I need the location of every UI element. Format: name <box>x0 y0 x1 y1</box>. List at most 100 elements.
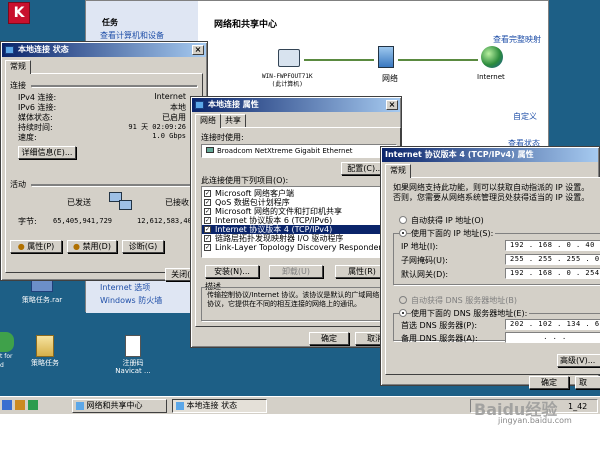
desktop-icon-keyfile[interactable]: 注册码 Navicat ... <box>108 335 158 375</box>
bytes-sent-value: 65,405,941,729 <box>53 217 113 225</box>
ip-label: IP 地址(I): <box>401 242 439 251</box>
desktop-app-icon[interactable]: K <box>8 2 30 24</box>
ip-address-field[interactable]: 192 . 168 . 0 . 40 <box>505 240 600 251</box>
connection-heading: 连接 <box>10 81 26 90</box>
components-list[interactable]: ✓ Microsoft 网络客户端 ✓ QoS 数据包计划程序 ✓ Microsoft… <box>201 186 397 258</box>
list-item[interactable]: ✓ QoS 数据包计划程序 <box>202 198 396 207</box>
subnet-mask-field[interactable]: 255 . 255 . 255 . 0 <box>505 254 600 265</box>
quick-launch-icon[interactable] <box>2 400 12 410</box>
bytes-label: 字节: <box>18 217 37 226</box>
alternate-dns-field[interactable]: . . . <box>505 332 600 343</box>
bytes-received-value: 12,612,583,401 <box>137 217 197 225</box>
checkbox-checked[interactable]: ✓ <box>204 199 211 206</box>
clock: 1_42 <box>568 402 588 411</box>
quick-launch-icon[interactable] <box>28 400 38 410</box>
ok-button[interactable]: 确定 <box>309 332 349 345</box>
ipv4-properties-dialog: Internet 协议版本 4 (TCP/IPv4) 属性 常规 如果网络支持此… <box>380 146 600 389</box>
view-devices-link[interactable]: 查看计算机和设备 <box>100 30 164 41</box>
auto-ip-label: 自动获得 IP 地址(O) <box>411 216 484 225</box>
item-label: Internet 协议版本 4 (TCP/IPv4) <box>215 225 333 234</box>
speed-value: 1.0 Gbps <box>152 132 186 140</box>
item-label: Link-Layer Topology Discovery Responder <box>215 243 382 252</box>
firewall-link[interactable]: Windows 防火墙 <box>100 295 162 306</box>
map-line-1 <box>304 59 374 61</box>
taskbar-item-status[interactable]: 本地连接 状态 <box>172 399 267 413</box>
item-label: QoS 数据包计划程序 <box>215 198 290 207</box>
tab-network[interactable]: 网络 <box>195 114 221 128</box>
preferred-dns-field[interactable]: 202 . 102 . 134 . 68 <box>505 319 600 330</box>
internet-label: Internet <box>477 73 505 81</box>
dns2-label: 备用 DNS 服务器(A): <box>401 334 478 343</box>
properties-label: 属性(P) <box>27 242 55 251</box>
list-item[interactable]: ✓ 链路层拓扑发现映射器 I/O 驱动程序 <box>202 234 396 243</box>
tab-general[interactable]: 常规 <box>5 60 31 74</box>
checkbox-checked[interactable]: ✓ <box>204 208 211 215</box>
list-item[interactable]: ✓ Microsoft 网络的文件和打印机共享 <box>202 207 396 216</box>
view-full-map-link[interactable]: 查看完整映射 <box>493 34 541 45</box>
sent-label: 已发送 <box>67 198 91 207</box>
ipv4-value: Internet <box>154 92 186 101</box>
status-title: 本地连接 状态 <box>18 45 69 54</box>
close-icon[interactable]: × <box>386 100 398 110</box>
list-item[interactable]: ✓ Link-Layer Topology Discovery Responder <box>202 243 396 252</box>
ipv4-ok-button[interactable]: 确定 <box>529 376 569 389</box>
adapter-name: Broadcom NetXtreme Gigabit Ethernet <box>217 147 353 155</box>
desktop-icon-folder[interactable]: 策略任务 <box>22 335 68 367</box>
map-line-2 <box>398 59 478 61</box>
checkbox-checked[interactable]: ✓ <box>204 226 211 233</box>
item-label: Microsoft 网络客户端 <box>215 189 294 198</box>
list-item[interactable]: ✓ Internet 协议版本 6 (TCP/IPv6) <box>202 216 396 225</box>
adapter-field: Broadcom NetXtreme Gigabit Ethernet <box>201 144 397 158</box>
disable-button[interactable]: ● 禁用(D) <box>67 240 117 253</box>
list-item-selected[interactable]: ✓ Internet 协议版本 4 (TCP/IPv4) <box>202 225 396 234</box>
use-dns-radio[interactable] <box>399 309 407 317</box>
adapter-icon <box>206 147 214 153</box>
checkbox-checked[interactable]: ✓ <box>204 190 211 197</box>
use-ip-radio[interactable] <box>399 229 407 237</box>
internet-options-link[interactable]: Internet 选项 <box>100 282 150 293</box>
desktop-icon-partial[interactable]: t for d <box>0 332 20 370</box>
computer-label: WIN-FWPFOUT71K (此计算机) <box>262 73 313 88</box>
customize-link[interactable]: 自定义 <box>513 111 537 122</box>
activity-divider <box>31 184 197 186</box>
taskbar-item-sharing-center[interactable]: 网络和共享中心 <box>72 399 167 413</box>
mask-label: 子网掩码(U): <box>401 256 448 265</box>
checkbox-checked[interactable]: ✓ <box>204 235 211 242</box>
auto-dns-label: 自动获得 DNS 服务器地址(B) <box>411 296 518 305</box>
folder-icon <box>36 335 54 357</box>
connection-properties-dialog: 本地连接 属性 × 网络 共享 连接时使用: Broadcom NetXtreme … <box>190 96 402 348</box>
network-label: 网络 <box>382 74 398 83</box>
use-dns-label: 使用下面的 DNS 服务器地址(E): <box>411 308 530 319</box>
ipv4-cancel-button[interactable]: 取 <box>575 376 600 389</box>
properties-tabs: 网络 共享 <box>195 114 246 128</box>
checkbox-checked[interactable]: ✓ <box>204 244 211 251</box>
duration-value: 91 天 02:09:26 <box>128 123 186 131</box>
gateway-field[interactable]: 192 . 168 . 0 . 254 <box>505 268 600 279</box>
connection-status-dialog: 本地连接 状态 × 常规 连接 IPv4 连接: Internet IPv6 连接… <box>0 41 208 281</box>
quick-launch-icon[interactable] <box>15 400 25 410</box>
advanced-button[interactable]: 高级(V)... <box>557 354 600 367</box>
document-icon <box>125 335 141 357</box>
auto-dns-radio[interactable] <box>399 296 407 304</box>
auto-ip-radio[interactable] <box>399 216 407 224</box>
properties-button[interactable]: ● 属性(P) <box>10 240 62 253</box>
network-icon <box>378 46 394 68</box>
uninstall-button[interactable]: 卸载(U) <box>269 265 323 278</box>
list-item[interactable]: ✓ Microsoft 网络客户端 <box>202 189 396 198</box>
tab-sharing[interactable]: 共享 <box>220 114 246 127</box>
dns1-label: 首选 DNS 服务器(P): <box>401 321 478 330</box>
taskbar-item-label: 本地连接 状态 <box>186 401 238 410</box>
diagnose-button[interactable]: 诊断(G) <box>122 240 164 253</box>
details-button[interactable]: 详细信息(E)... <box>18 146 76 159</box>
connection-divider <box>31 85 197 87</box>
items-label: 此连接使用下列项目(O): <box>201 176 289 185</box>
activity-computers-icon <box>109 192 133 212</box>
ipv4-title: Internet 协议版本 4 (TCP/IPv4) 属性 <box>385 150 534 159</box>
shield-icon: ● <box>17 242 25 251</box>
close-icon[interactable]: × <box>192 45 204 55</box>
tab-general[interactable]: 常规 <box>385 164 411 178</box>
install-button[interactable]: 安装(N)... <box>205 265 259 278</box>
page-title: 网络和共享中心 <box>214 20 278 30</box>
checkbox-checked[interactable]: ✓ <box>204 217 211 224</box>
watermark-url: jingyan.baidu.com <box>498 416 572 425</box>
